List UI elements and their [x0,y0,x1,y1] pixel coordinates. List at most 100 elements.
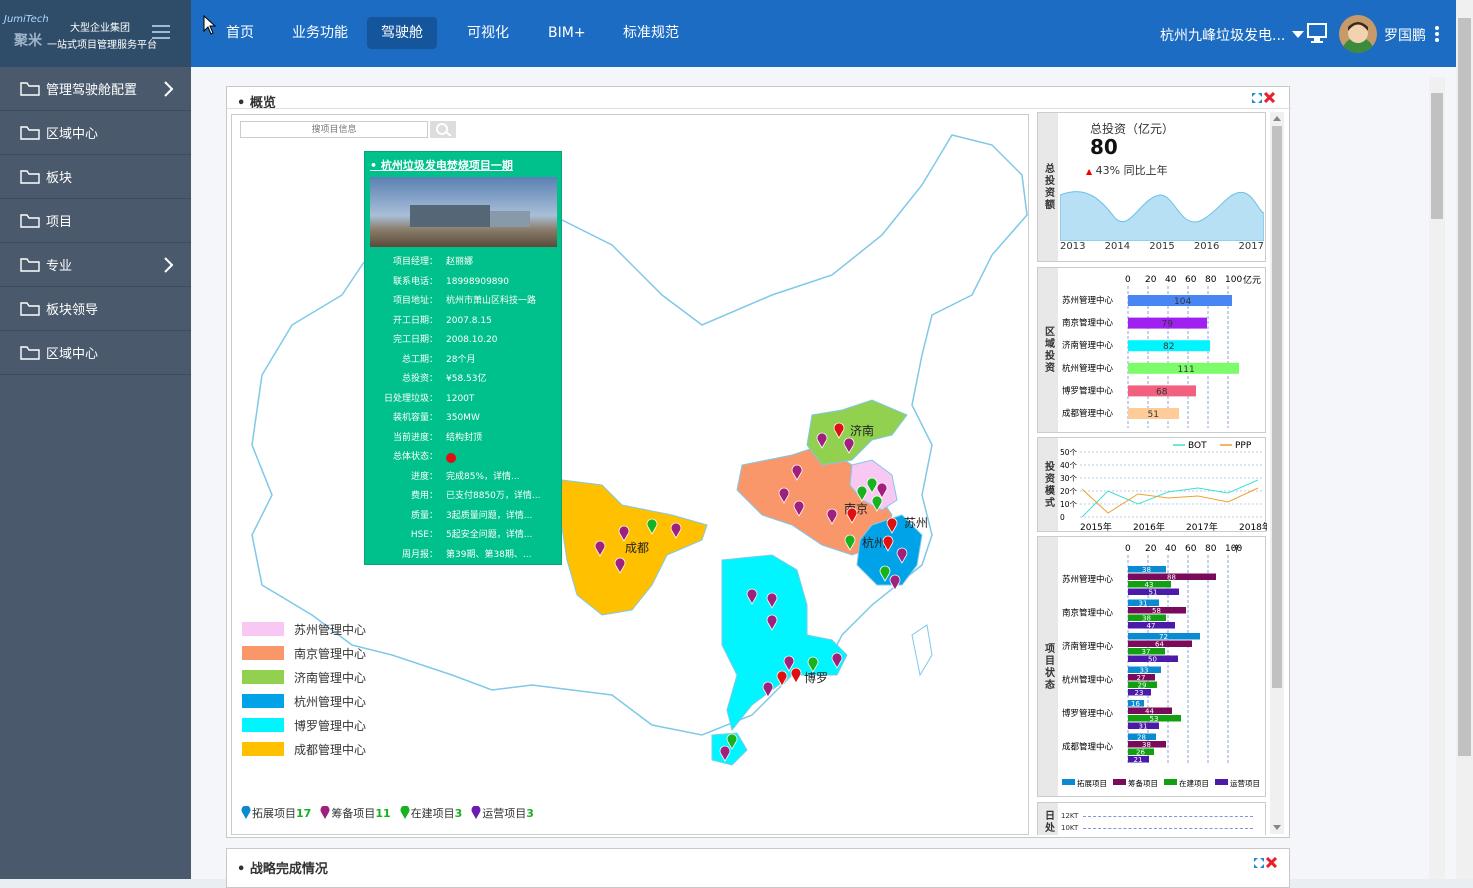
scroll-down-icon[interactable] [1270,822,1284,834]
axis-unit: 个 [1232,544,1241,555]
series-line [1081,479,1259,518]
nav-tab-2[interactable]: 驾驶舱 [367,17,437,49]
popup-field-key: 进度： [410,471,438,482]
axis-tick: 0 [1125,275,1131,285]
popup-title[interactable]: • 杭州垃圾发电焚烧项目一期 [368,155,558,177]
marker-icon [400,806,410,819]
popup-field-value[interactable]: 完成85%，详情... [446,468,520,488]
more-icon[interactable] [1433,25,1441,43]
project-legend-label: 拓展项目 [252,807,296,820]
popup-field: HSE： 5起安全问题，详情... [368,526,558,546]
nav-tab-4[interactable]: BIM+ [534,17,600,49]
popup-field-value[interactable]: 5起安全问题，详情... [446,526,532,546]
legend-label: 成都管理中心 [294,742,367,757]
nav-tab-1[interactable]: 业务功能 [278,17,362,49]
project-legend-item[interactable]: 拓展项目 17 [240,805,311,821]
legend-label: 博罗管理中心 [294,718,367,733]
map-area: 济南南京苏州杭州成都博罗 • 杭州垃圾发电焚烧项目一期 项目经理：赵丽娜联系电话… [231,114,1029,835]
brand-line1: 大型企业集团 [70,23,130,34]
kpi-value: 80 [1090,135,1118,159]
close-icon[interactable] [1264,92,1275,103]
axis-tick: 60 [1185,544,1197,554]
legend-label: 苏州管理中心 [294,622,367,637]
column-scroll-thumb[interactable] [1272,126,1282,688]
category-label: 杭州管理中心 [1062,363,1114,374]
series-legend: 拓展项目 [1077,778,1107,788]
region-investment-card: 区域投资 0 20 40 60 80 100 亿元 苏州管理中心 104 南京管理中心 79 济南管理… [1037,267,1266,433]
data-label: 50 [1148,656,1157,664]
expand-icon[interactable] [1251,92,1263,104]
map-legend-item: 杭州管理中心 [242,693,366,709]
nav-tab-0[interactable]: 首页 [212,17,268,49]
popup-field-value: 350MW [446,413,480,423]
sidebar-item-label: 区域中心 [46,347,99,362]
brand-line2: 一站式项目管理服务平台 [47,40,157,51]
sidebar-item-6[interactable]: 区域中心 [0,331,191,375]
category-label: 成都管理中心 [1062,742,1114,753]
user-name[interactable]: 罗国鹏 [1384,25,1426,45]
category-label: 杭州管理中心 [1062,675,1114,686]
project-select[interactable]: 杭州九峰垃圾发电... [1160,25,1305,45]
map-legend-item: 博罗管理中心 [242,717,366,733]
popup-field-key: 项目经理： [392,257,438,267]
page-scrollbar-inner[interactable] [1429,77,1445,879]
sidebar-item-3[interactable]: 项目 [0,199,191,243]
data-label: 23 [1135,689,1144,697]
project-status-chart: 0 20 40 60 80 100个苏州管理中心38884351南京管理中心3158384… [1062,544,1260,788]
window-scroll-thumb[interactable] [1458,18,1471,756]
daily-label: 日处 [1038,803,1058,835]
data-label: 79 [1162,320,1174,330]
popup-field-key: 日处理垃圾： [383,393,438,404]
project-photo [369,177,557,247]
data-label: 53 [1150,715,1159,723]
popup-field: 项目经理： 赵丽娜 [368,253,558,273]
popup-field-value[interactable]: 第39期、第38期、... [446,546,532,566]
window-scrollbar[interactable] [1456,0,1473,879]
legend-label: 杭州管理中心 [294,694,367,709]
sidebar-item-4[interactable]: 专业 [0,243,191,287]
sidebar-item-2[interactable]: 板块 [0,155,191,199]
category-label: 济南管理中心 [1062,641,1114,652]
map-legend-item: 南京管理中心 [242,645,366,661]
project-legend-count: 3 [454,806,463,820]
axis-tick: 20 [1145,544,1157,554]
axis-tick: 30个 [1060,474,1078,483]
sidebar-item-1[interactable]: 区域中心 [0,111,191,155]
series-legend: PPP [1235,441,1252,451]
popup-field-value[interactable]: 已支付8850万，详情... [446,487,541,507]
data-label: 64 [1155,641,1164,649]
nav-tab-5[interactable]: 标准规范 [609,17,693,49]
column-scrollbar[interactable] [1270,112,1284,834]
popup-field: 联系电话： 18998909890 [368,273,558,293]
axis-tick: 2017年 [1186,521,1218,533]
kpi-area-chart [1060,191,1264,241]
top-bar: JumiTech 聚米 大型企业集团 一站式项目管理服务平台 首页 业务功能 驾驶舱… [0,0,1473,67]
axis-unit: 亿元 [1243,274,1261,286]
project-legend-count: 17 [296,806,312,820]
project-select-value: 杭州九峰垃圾发电... [1160,28,1286,44]
avatar[interactable] [1339,15,1377,53]
close-icon[interactable] [1266,857,1277,868]
map-marker-icon[interactable] [790,667,802,684]
popup-field-key: 总工期： [401,354,438,365]
main-content: • 概览 济南南京苏州杭州成都博罗 [191,67,1473,888]
project-legend-item[interactable]: 运营项目 3 [470,805,534,821]
nav-tab-3[interactable]: 可视化 [453,17,523,49]
popup-field-key: 联系电话： [392,276,438,287]
data-label: 82 [1163,342,1174,352]
scroll-up-icon[interactable] [1270,112,1284,124]
sidebar-item-5[interactable]: 板块领导 [0,287,191,331]
menu-icon[interactable] [152,24,170,40]
project-type-legend: 拓展项目 17 筹备项目 11 在建项目 3 运营项目 3 [240,805,542,821]
category-label: 苏州管理中心 [1062,574,1114,585]
page-scroll-thumb-inner[interactable] [1431,93,1443,219]
expand-icon[interactable] [1253,857,1265,869]
monitor-icon[interactable] [1306,22,1328,44]
project-legend-item[interactable]: 筹备项目 11 [319,805,391,821]
popup-field-value[interactable]: 3起质量问题，详情... [446,507,532,527]
data-label: 31 [1139,723,1148,731]
project-legend-item[interactable]: 在建项目 3 [399,805,463,821]
category-label: 南京管理中心 [1062,608,1114,619]
sidebar-item-0[interactable]: 管理驾驶舱配置 [0,67,191,111]
axis-tick: 2018年 [1239,521,1267,533]
